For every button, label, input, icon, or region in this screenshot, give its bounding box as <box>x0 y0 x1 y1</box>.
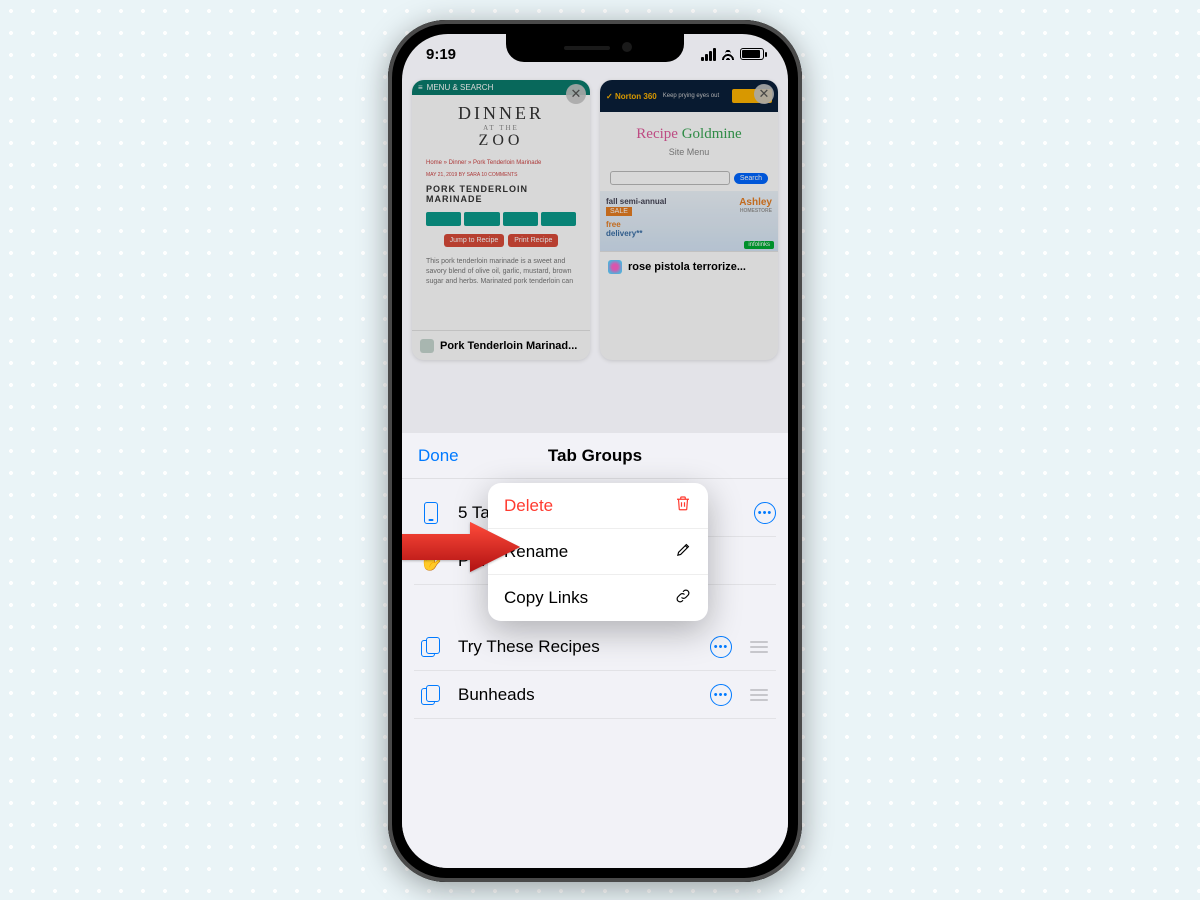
cellular-icon <box>701 48 716 61</box>
tab-group-row[interactable]: Bunheads ••• <box>414 671 776 719</box>
more-icon[interactable]: ••• <box>710 684 732 706</box>
drag-handle-icon[interactable] <box>750 641 776 653</box>
tab-groups-list: 5 Tabs ••• ✋ Private Try These Recipes •… <box>402 479 788 719</box>
done-button[interactable]: Done <box>418 446 459 466</box>
iphone-frame: 9:19 ✕ ≡ MENU & SEARCH DINNER AT THE ZOO… <box>388 20 802 882</box>
tab-group-row[interactable]: Try These Recipes ••• <box>414 623 776 671</box>
trash-icon <box>674 494 692 517</box>
annotation-arrow <box>402 522 522 572</box>
tabgroup-icon <box>414 685 448 705</box>
tabgroup-icon <box>414 637 448 657</box>
device-icon <box>414 502 448 524</box>
sheet-title: Tab Groups <box>402 446 788 466</box>
more-icon[interactable]: ••• <box>710 636 732 658</box>
status-icons <box>701 48 764 61</box>
drag-handle-icon[interactable] <box>750 689 776 701</box>
more-icon[interactable]: ••• <box>754 502 776 524</box>
menu-item-copy-links[interactable]: Copy Links <box>488 575 708 621</box>
link-icon <box>674 587 692 610</box>
clock: 9:19 <box>426 46 456 63</box>
wifi-icon <box>720 48 736 60</box>
screen: 9:19 ✕ ≡ MENU & SEARCH DINNER AT THE ZOO… <box>402 34 788 868</box>
battery-icon <box>740 48 764 60</box>
notch <box>506 34 684 62</box>
pencil-icon <box>675 541 692 563</box>
tab-groups-sheet: Done Tab Groups 5 Tabs ••• ✋ Private <box>402 433 788 868</box>
sheet-header: Done Tab Groups <box>402 433 788 479</box>
